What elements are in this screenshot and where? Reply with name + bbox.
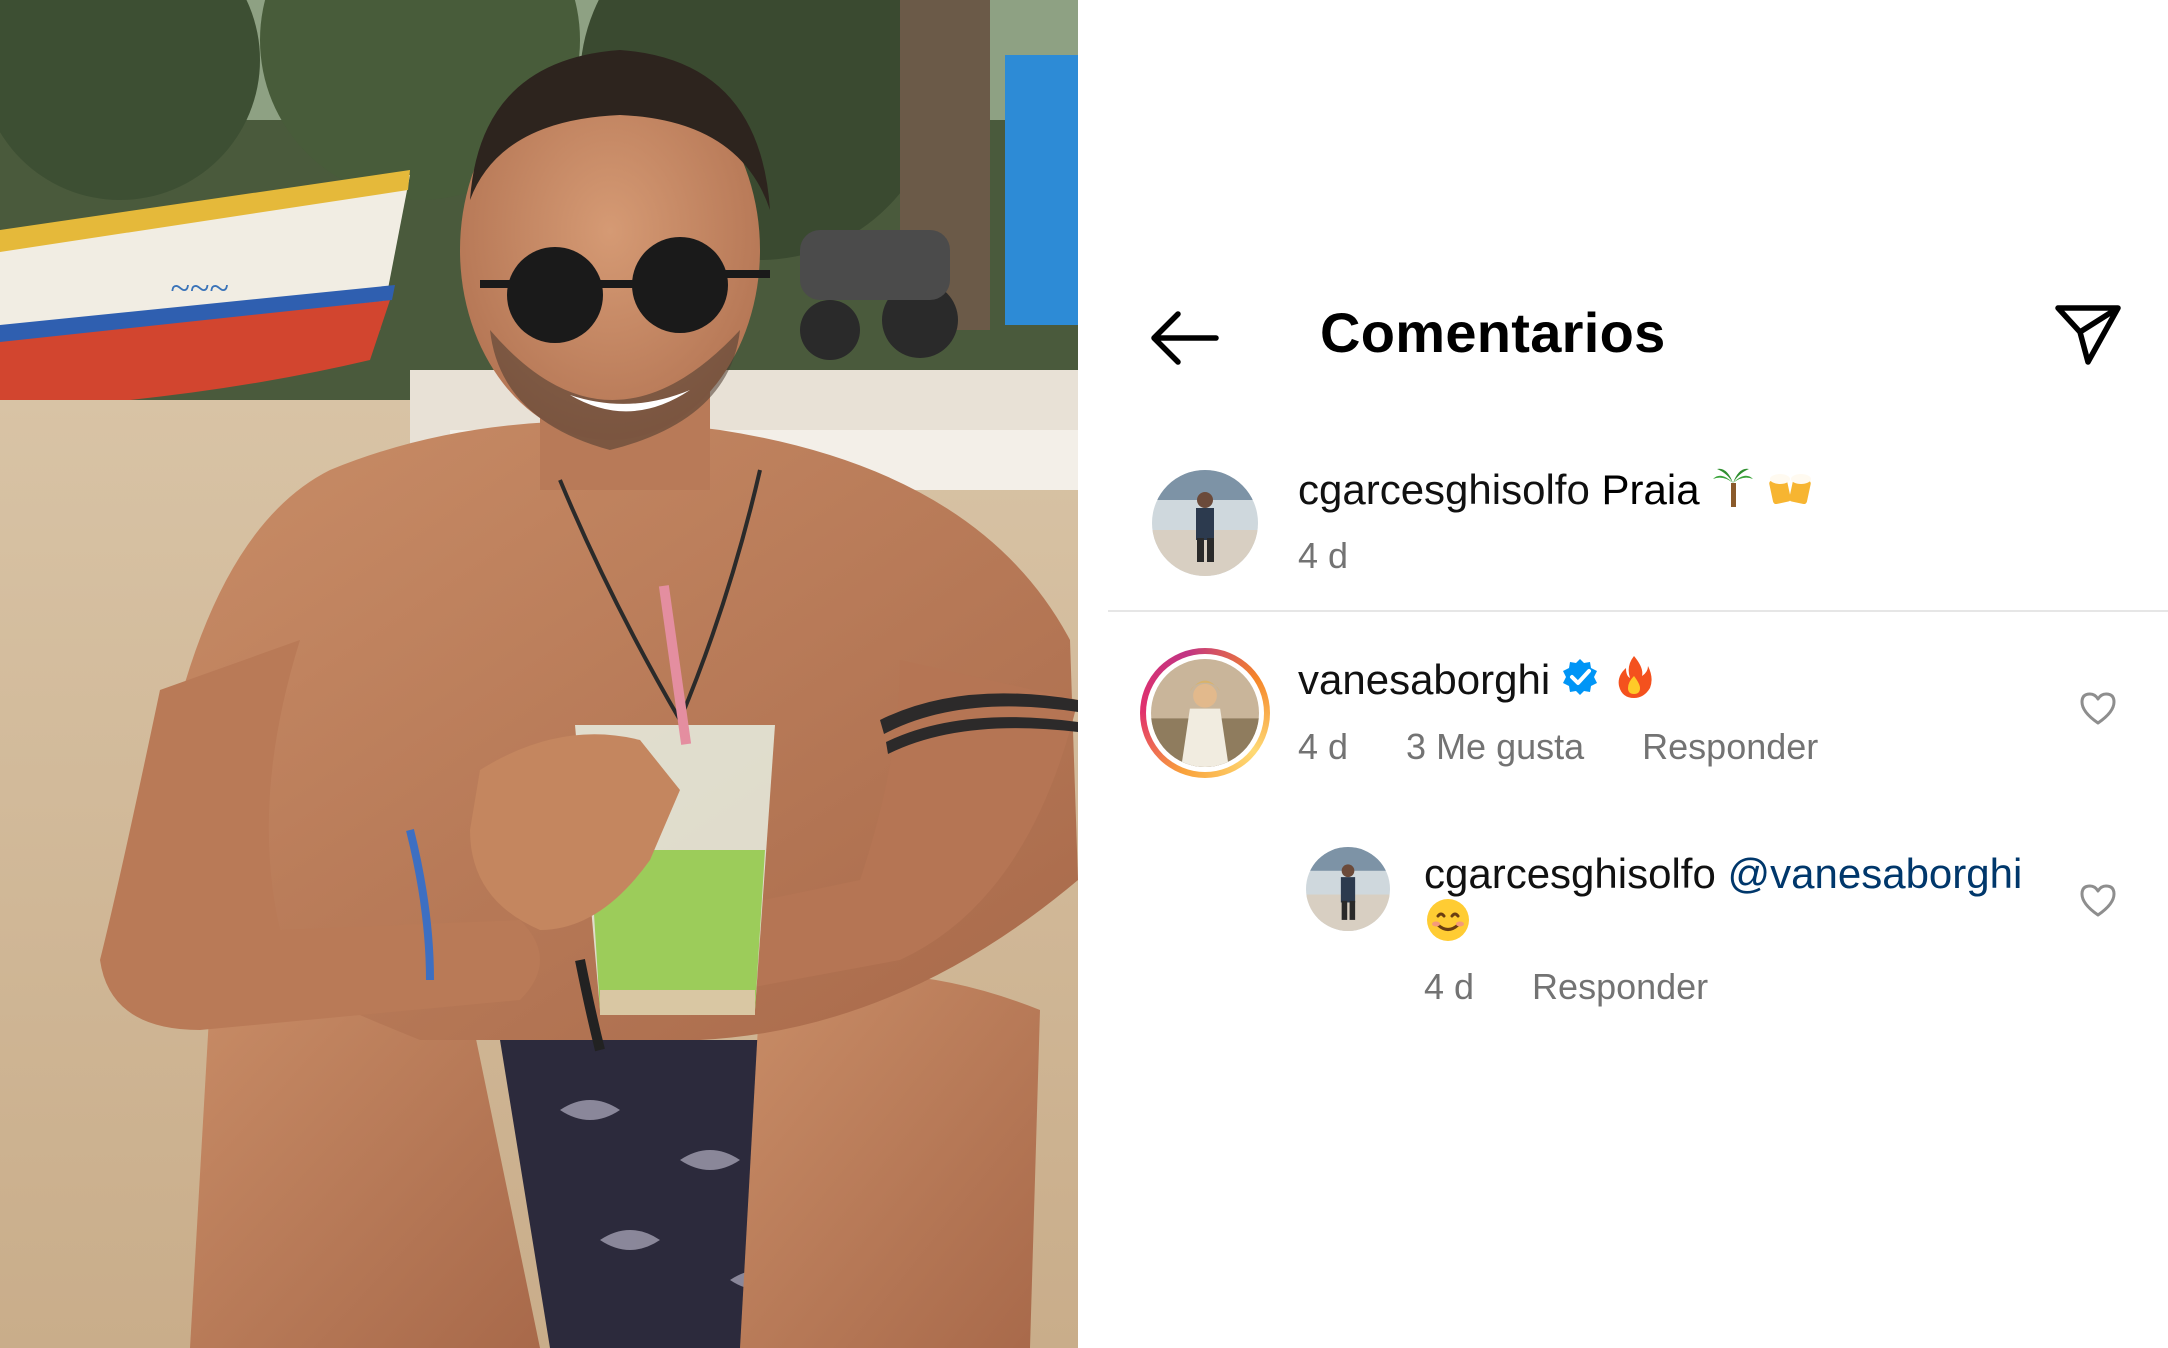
- smiling-face-emoji: [1424, 896, 1472, 956]
- caption-meta: 4 d: [1298, 535, 1406, 577]
- palm-tree-emoji: [1711, 465, 1755, 521]
- avatar-image: [1151, 659, 1259, 767]
- comments-panel: Comentarios cgarcesghisolfo Praia 4 d va…: [1078, 0, 2168, 1348]
- svg-text:~~~: ~~~: [170, 268, 228, 308]
- reply-username[interactable]: cgarcesghisolfo: [1424, 850, 1716, 897]
- avatar-cgarcesghisolfo[interactable]: [1152, 470, 1258, 576]
- caption-text: cgarcesghisolfo Praia: [1298, 464, 1815, 521]
- comment-username[interactable]: vanesaborghi: [1298, 656, 1550, 703]
- avatar-vanesaborghi[interactable]: [1140, 648, 1270, 778]
- heart-icon[interactable]: [2078, 688, 2118, 728]
- reply-text: cgarcesghisolfo @vanesaborghi: [1424, 848, 2022, 900]
- arrow-left-icon[interactable]: [1148, 308, 1220, 368]
- comment-text: vanesaborghi: [1298, 654, 1654, 712]
- post-photo: ~~~: [0, 0, 1078, 1348]
- caption-body: Praia: [1601, 466, 1700, 513]
- caption-time: 4 d: [1298, 535, 1349, 576]
- comment-likes[interactable]: 3 Me gusta: [1406, 726, 1584, 767]
- reply-mention[interactable]: @vanesaborghi: [1728, 850, 2023, 897]
- caption-username[interactable]: cgarcesghisolfo: [1298, 466, 1590, 513]
- caption-divider: [1108, 610, 2168, 612]
- reply-button[interactable]: Responder: [1642, 726, 1818, 767]
- reply-time: 4 d: [1424, 966, 1475, 1007]
- story-ring-inner: [1146, 654, 1264, 772]
- comments-header: Comentarios: [1078, 270, 2168, 405]
- comment-time: 4 d: [1298, 726, 1349, 767]
- reply-emoji-line: [1424, 896, 1472, 956]
- page-title: Comentarios: [1320, 301, 1666, 364]
- beach-photo-illustration: ~~~: [0, 0, 1078, 1348]
- avatar-cgarcesghisolfo-reply[interactable]: [1306, 847, 1390, 931]
- heart-icon[interactable]: [2078, 880, 2118, 920]
- fire-emoji: [1614, 654, 1654, 712]
- screenshot-root: ~~~ Comentarios cgarcesghisolfo Praia 4 …: [0, 0, 2168, 1348]
- paper-plane-icon[interactable]: [2052, 300, 2124, 366]
- reply-meta: 4 d Responder: [1424, 966, 1766, 1008]
- reply-reply-button[interactable]: Responder: [1532, 966, 1708, 1007]
- beer-mugs-emoji: [1767, 465, 1815, 521]
- verified-badge-icon: [1560, 657, 1600, 709]
- comment-meta: 4 d 3 Me gusta Responder: [1298, 726, 1876, 768]
